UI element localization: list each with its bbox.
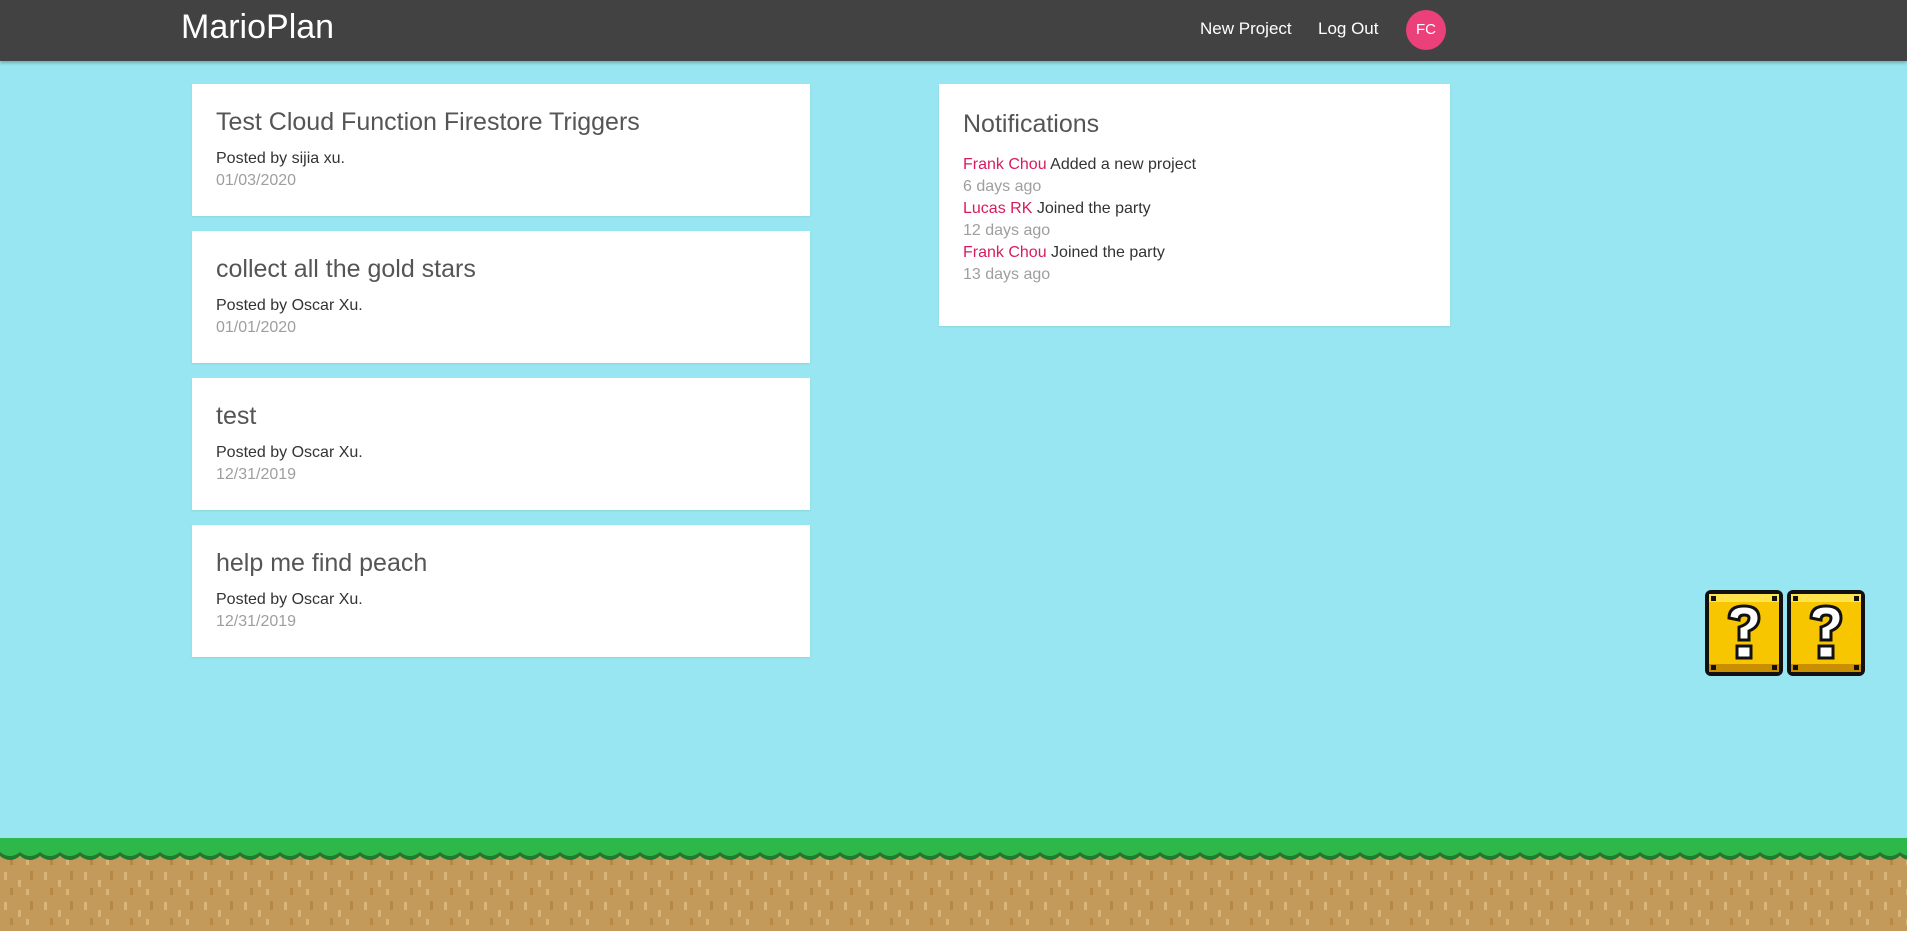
notification-action: Added a new project (1050, 156, 1197, 173)
project-card[interactable]: collect all the gold stars Posted by Osc… (192, 231, 810, 363)
navbar: MarioPlan New Project Log Out FC (0, 0, 1907, 61)
project-date: 01/01/2020 (216, 319, 297, 336)
project-date: 12/31/2019 (216, 613, 297, 630)
log-out-link[interactable]: Log Out (1318, 19, 1379, 39)
grass-ground-icon (0, 838, 1907, 931)
project-author: Posted by Oscar Xu. (216, 444, 363, 461)
notification-item: Lucas RK Joined the party (963, 200, 1151, 218)
project-title: help me find peach (216, 549, 428, 577)
project-card[interactable]: Test Cloud Function Firestore Triggers P… (192, 84, 810, 216)
project-author: Posted by Oscar Xu. (216, 297, 363, 314)
notification-action: Joined the party (1051, 244, 1165, 261)
user-avatar[interactable]: FC (1406, 10, 1446, 50)
notification-time: 12 days ago (963, 222, 1051, 239)
project-card[interactable]: help me find peach Posted by Oscar Xu. 1… (192, 525, 810, 657)
notification-item: Frank Chou Added a new project (963, 156, 1196, 174)
question-block-icon (1705, 590, 1865, 676)
brand-logo[interactable]: MarioPlan (181, 8, 334, 47)
project-author: Posted by sijia xu. (216, 150, 345, 167)
project-title: test (216, 402, 257, 430)
notification-user: Lucas RK (963, 200, 1033, 217)
project-author: Posted by Oscar Xu. (216, 591, 363, 608)
new-project-link[interactable]: New Project (1200, 19, 1292, 39)
notification-user: Frank Chou (963, 156, 1047, 173)
notification-time: 6 days ago (963, 178, 1042, 195)
notification-item: Frank Chou Joined the party (963, 244, 1165, 262)
notification-time: 13 days ago (963, 266, 1051, 283)
project-card[interactable]: test Posted by Oscar Xu. 12/31/2019 (192, 378, 810, 510)
project-date: 12/31/2019 (216, 466, 297, 483)
question-block-left (1705, 590, 1783, 676)
project-title: collect all the gold stars (216, 255, 476, 283)
project-date: 01/03/2020 (216, 172, 297, 189)
notification-user: Frank Chou (963, 244, 1047, 261)
project-title: Test Cloud Function Firestore Triggers (216, 108, 640, 136)
question-block-right (1787, 590, 1865, 676)
notification-action: Joined the party (1036, 200, 1151, 217)
notifications-title: Notifications (963, 110, 1100, 138)
notifications-panel: Notifications Frank Chou Added a new pro… (939, 84, 1450, 326)
